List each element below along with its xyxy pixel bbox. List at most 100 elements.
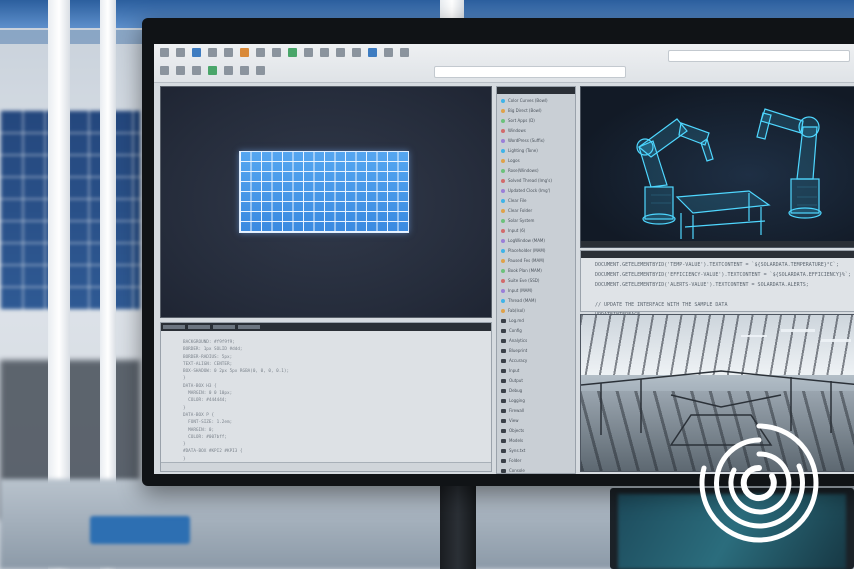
file-tree-item[interactable]: Firewall bbox=[501, 408, 524, 413]
editor-tab[interactable] bbox=[163, 325, 185, 329]
file-tree-item[interactable]: Book Plan (MAM) bbox=[501, 268, 542, 273]
background-solar-panels bbox=[0, 110, 140, 310]
node-icon bbox=[501, 278, 505, 283]
file-tree-item-label: Console bbox=[509, 468, 525, 473]
file-tree-item[interactable]: Syns.txt bbox=[501, 448, 525, 453]
file-tree-item-label: View bbox=[509, 418, 519, 423]
file-tree-item-label: Big Direct (Bowl) bbox=[508, 108, 542, 113]
editor-tab[interactable] bbox=[188, 325, 210, 329]
file-tree-item[interactable]: Sort Apps (D) bbox=[501, 118, 535, 123]
file-tree-item[interactable]: LogWindow (MAM) bbox=[501, 238, 545, 243]
run-icon[interactable] bbox=[288, 48, 297, 57]
file-tree-item[interactable]: Log.md bbox=[501, 318, 524, 323]
node-icon bbox=[501, 178, 505, 183]
file-tree-item-label: Folder bbox=[509, 458, 522, 463]
grid-icon[interactable] bbox=[320, 48, 329, 57]
file-tree-item[interactable]: Folder bbox=[501, 458, 521, 463]
undo-icon[interactable] bbox=[208, 48, 217, 57]
light-icon[interactable] bbox=[400, 48, 409, 57]
play-icon[interactable] bbox=[208, 66, 217, 75]
file-tree-item[interactable]: Models bbox=[501, 438, 523, 443]
code-line: } bbox=[183, 442, 186, 448]
file-tree-item-label: Config bbox=[509, 328, 522, 333]
file-tree-item[interactable]: Clear Folder bbox=[501, 208, 532, 213]
file-tree-item[interactable]: Lighting (Tone) bbox=[501, 148, 538, 153]
file-tree-item[interactable]: Input bbox=[501, 368, 519, 373]
file-tree-item[interactable]: Accuracy bbox=[501, 358, 527, 363]
copy-icon[interactable] bbox=[256, 48, 265, 57]
file-tree-item[interactable]: Logging bbox=[501, 398, 525, 403]
file-tree-item[interactable]: Thread (MAM) bbox=[501, 298, 536, 303]
file-tree-item[interactable]: Debug bbox=[501, 388, 522, 393]
main-monitor: BACKGROUND: #f9f9f9; BORDER: 1px SOLID #d… bbox=[142, 18, 854, 486]
script-editor[interactable]: DOCUMENT.GETELEMENTBYID('TEMP-VALUE').TE… bbox=[580, 250, 854, 318]
pan-icon[interactable] bbox=[176, 66, 185, 75]
folder-icon bbox=[501, 368, 506, 373]
project-file-tree[interactable]: Color Curves (Bowl) Big Direct (Bowl) Sort… bbox=[496, 86, 576, 474]
stylesheet-editor[interactable]: BACKGROUND: #f9f9f9; BORDER: 1px SOLID #d… bbox=[160, 322, 492, 472]
paste-icon[interactable] bbox=[272, 48, 281, 57]
robot-arms-wireframe bbox=[636, 108, 822, 239]
code-line: // UPDATE THE INTERFACE WITH THE SAMPLE … bbox=[595, 302, 728, 308]
settings-icon[interactable] bbox=[256, 66, 265, 75]
file-tree-item[interactable]: Solar System bbox=[501, 218, 534, 223]
robot-arms-viewport[interactable] bbox=[580, 86, 854, 248]
file-tree-item[interactable]: Rose(Windows) bbox=[501, 168, 539, 173]
redo-icon[interactable] bbox=[224, 48, 233, 57]
file-tree-item[interactable]: Paused Fes (MAM) bbox=[501, 258, 544, 263]
file-tree-item[interactable]: Analytics bbox=[501, 338, 527, 343]
file-tree-item[interactable]: View bbox=[501, 418, 519, 423]
rotate-icon[interactable] bbox=[352, 48, 361, 57]
file-tree-item[interactable]: Color Curves (Bowl) bbox=[501, 98, 548, 103]
file-tree-item[interactable]: WordPress (Suffix) bbox=[501, 138, 545, 143]
file-tree-item[interactable]: Windows bbox=[501, 128, 526, 133]
folder-icon bbox=[501, 418, 506, 423]
search-input[interactable] bbox=[668, 50, 850, 62]
file-tree-item-label: Color Curves (Bowl) bbox=[508, 98, 548, 103]
stylesheet-code[interactable]: BACKGROUND: #f9f9f9; BORDER: 1px SOLID #d… bbox=[183, 339, 289, 463]
file-tree-item[interactable]: Fab(Isol) bbox=[501, 308, 525, 313]
background-blue-bin bbox=[90, 516, 190, 544]
editor-tab[interactable] bbox=[238, 325, 260, 329]
path-input[interactable] bbox=[434, 66, 626, 78]
file-tree-item[interactable]: Blueprint bbox=[501, 348, 527, 353]
scale-icon[interactable] bbox=[368, 48, 377, 57]
file-tree-item[interactable]: Updated Clock (Img') bbox=[501, 188, 550, 193]
code-line: FONT-SIZE: 1.2em; bbox=[183, 420, 233, 426]
file-tree-item[interactable]: Big Direct (Bowl) bbox=[501, 108, 542, 113]
brand-logo bbox=[699, 423, 819, 543]
pause-icon[interactable] bbox=[224, 66, 233, 75]
script-code[interactable]: DOCUMENT.GETELEMENTBYID('TEMP-VALUE').TE… bbox=[595, 260, 851, 320]
editor-tab[interactable] bbox=[213, 325, 235, 329]
file-tree-item-label: Windows bbox=[508, 128, 526, 133]
file-tree-item[interactable]: Input (MAM) bbox=[501, 288, 532, 293]
file-tree-item[interactable]: Output bbox=[501, 378, 523, 383]
save-icon[interactable] bbox=[192, 48, 201, 57]
file-icon[interactable] bbox=[160, 48, 169, 57]
solar-panel-model[interactable] bbox=[239, 151, 409, 233]
folder-icon bbox=[501, 428, 506, 433]
move-icon[interactable] bbox=[336, 48, 345, 57]
code-line: DATA-BOX H3 { bbox=[183, 383, 217, 389]
camera-icon[interactable] bbox=[384, 48, 393, 57]
file-tree-item[interactable]: Placeholder (MAM) bbox=[501, 248, 545, 253]
file-tree-item[interactable]: Config bbox=[501, 328, 522, 333]
zoom-icon[interactable] bbox=[192, 66, 201, 75]
file-tree-item[interactable]: Logos bbox=[501, 158, 520, 163]
file-tree-item[interactable]: Input (6) bbox=[501, 228, 525, 233]
cut-icon[interactable] bbox=[240, 48, 249, 57]
solar-panel-viewport[interactable] bbox=[160, 86, 492, 318]
file-tree-item-label: Log.md bbox=[509, 318, 524, 323]
file-tree-item[interactable]: Objects bbox=[501, 428, 524, 433]
layers-icon[interactable] bbox=[240, 66, 249, 75]
select-icon[interactable] bbox=[160, 66, 169, 75]
file-tree-item[interactable]: Console bbox=[501, 468, 525, 473]
file-tree-item[interactable]: Suite Eve (SSD) bbox=[501, 278, 539, 283]
folder-icon[interactable] bbox=[176, 48, 185, 57]
file-tree-item[interactable]: Clear File bbox=[501, 198, 526, 203]
code-line: MARGIN: 0 0 10px; bbox=[183, 391, 233, 397]
file-tree-item-label: Rose(Windows) bbox=[508, 168, 539, 173]
file-tree-item-label: Debug bbox=[509, 388, 523, 393]
stop-icon[interactable] bbox=[304, 48, 313, 57]
file-tree-item[interactable]: Solved Thread (Img's) bbox=[501, 178, 552, 183]
